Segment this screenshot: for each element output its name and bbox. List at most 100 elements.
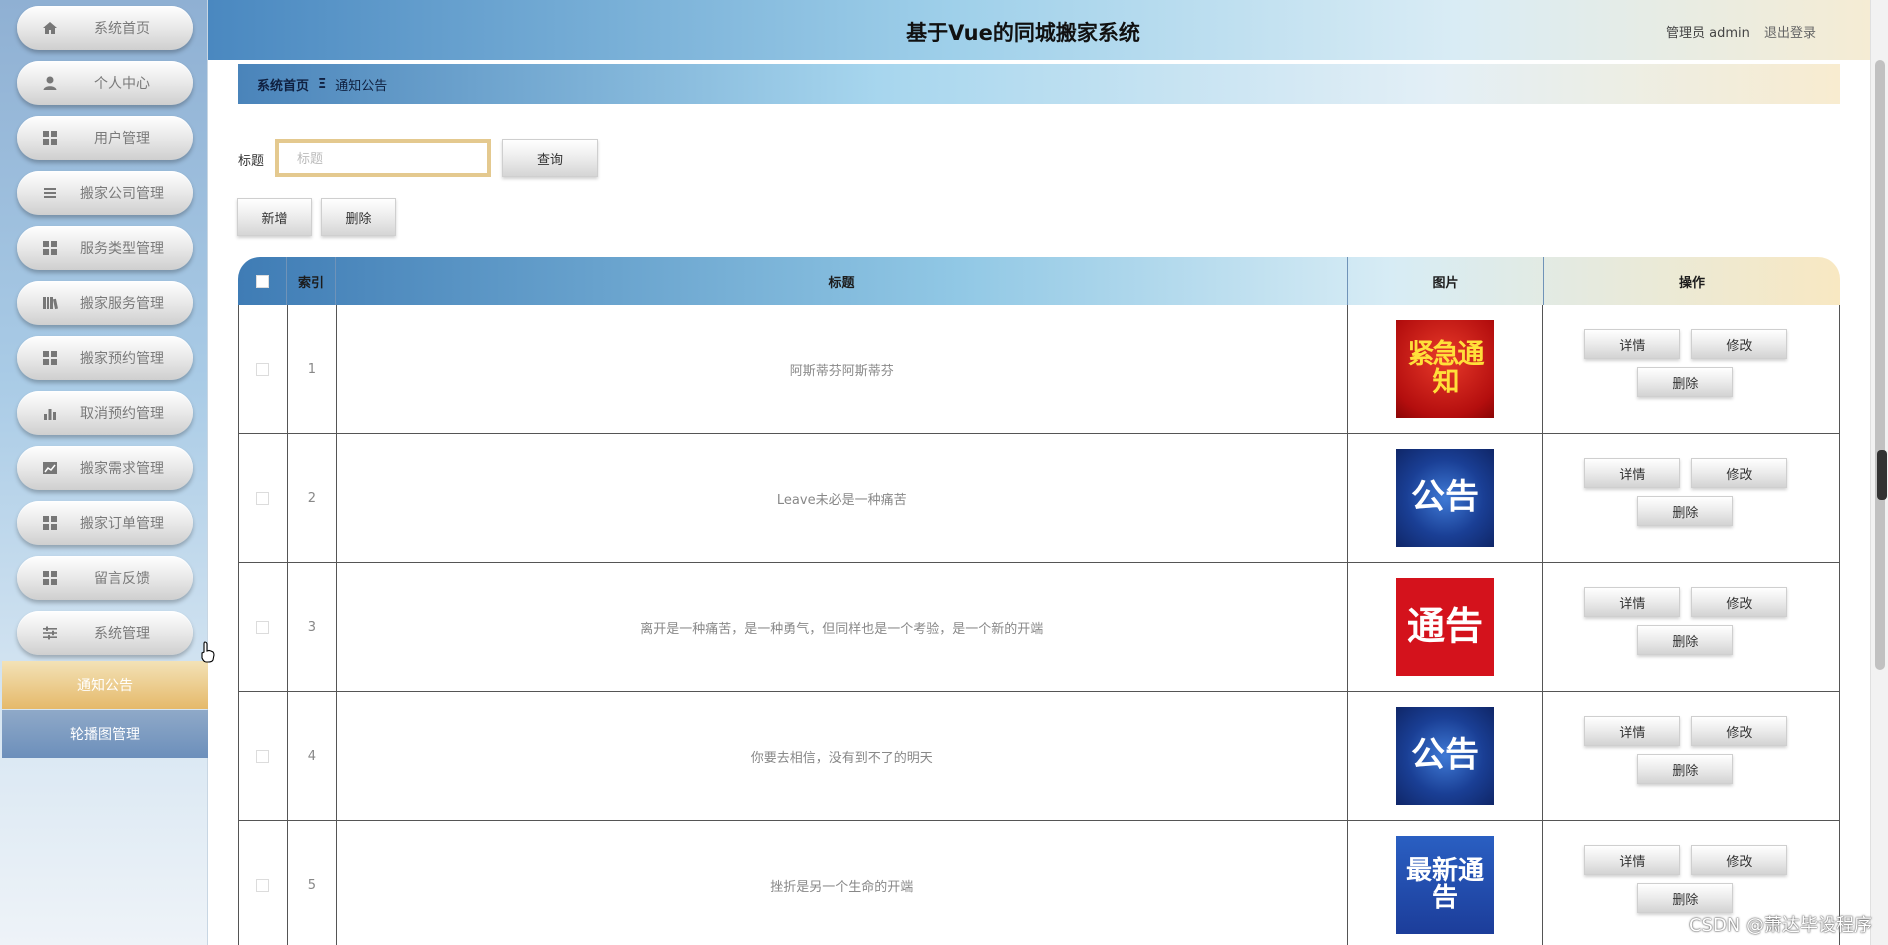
detail-button[interactable]: 详情 xyxy=(1584,845,1681,875)
row-image-cell: 公告 xyxy=(1348,692,1544,820)
edit-button[interactable]: 修改 xyxy=(1691,845,1788,875)
mouse-cursor-icon xyxy=(201,641,215,663)
grid-icon xyxy=(42,130,58,146)
title-search-input[interactable] xyxy=(275,139,491,177)
edit-button[interactable]: 修改 xyxy=(1691,329,1788,359)
row-title: 离开是一种痛苦，是一种勇气，但同样也是一个考验，是一个新的开端 xyxy=(337,563,1348,691)
page-scrollbar[interactable] xyxy=(1870,0,1888,945)
row-actions-cell: 详情 修改删除 xyxy=(1543,692,1839,820)
row-index: 4 xyxy=(288,692,337,820)
sidebar-item[interactable]: 服务类型管理 xyxy=(17,226,193,270)
row-image-cell: 通告 xyxy=(1348,563,1544,691)
sidebar: 系统首页个人中心用户管理搬家公司管理 服务类型管理 搬家服务管理 搬家预约管理 取消预约… xyxy=(0,0,208,945)
admin-label: 管理员 admin xyxy=(1665,26,1750,41)
row-select-cell xyxy=(239,305,288,433)
breadcrumb: 系统首页 Ξ 通知公告 xyxy=(238,64,1840,104)
column-header-index: 索引 xyxy=(287,257,336,305)
breadcrumb-home[interactable]: 系统首页 xyxy=(257,75,309,94)
detail-button[interactable]: 详情 xyxy=(1584,458,1681,488)
row-actions-cell: 详情 修改删除 xyxy=(1543,434,1839,562)
row-checkbox[interactable] xyxy=(256,362,270,376)
sidebar-item[interactable]: 系统管理 xyxy=(17,611,193,655)
sidebar-item[interactable]: 取消预约管理 xyxy=(17,391,193,435)
table-row: 3 离开是一种痛苦，是一种勇气，但同样也是一个考验，是一个新的开端 通告 详情 修改 删除 xyxy=(238,563,1840,692)
table-row: 1 阿斯蒂芬阿斯蒂芬 紧急通知 详情 修改 删除 xyxy=(238,305,1840,434)
scrollbar-thumb[interactable] xyxy=(1875,60,1885,670)
detail-button[interactable]: 详情 xyxy=(1584,716,1681,746)
row-title: Leave未必是一种痛苦 xyxy=(337,434,1348,562)
column-header-actions: 操作 xyxy=(1678,275,1705,291)
delete-button[interactable]: 删除 xyxy=(1637,625,1734,655)
row-index: 1 xyxy=(288,305,337,433)
sidebar-item[interactable]: 用户管理 xyxy=(17,116,193,160)
delete-button[interactable]: 删除 xyxy=(1637,496,1734,526)
column-header-image: 图片 xyxy=(1348,257,1544,305)
detail-button[interactable]: 详情 xyxy=(1584,329,1681,359)
edit-button[interactable]: 修改 xyxy=(1691,458,1788,488)
row-checkbox[interactable] xyxy=(256,878,270,892)
detail-button[interactable]: 详情 xyxy=(1584,587,1681,617)
image-chart-icon xyxy=(42,460,58,476)
row-title: 阿斯蒂芬阿斯蒂芬 xyxy=(337,305,1348,433)
top-header: 基于Vue的同城搬家系统 管理员 admin 退出登录 xyxy=(208,0,1870,60)
header-user-area: 管理员 admin 退出登录 xyxy=(1656,22,1816,41)
sidebar-item[interactable]: 搬家需求管理 xyxy=(17,446,193,490)
sub-menu-carousel[interactable]: 轮播图管理 xyxy=(2,710,208,758)
table-body: 1 阿斯蒂芬阿斯蒂芬 紧急通知 详情 修改 删除 2 Leave未必是一种痛苦 公告 详情 修改 删除… xyxy=(238,305,1840,945)
grid-icon xyxy=(42,240,58,256)
row-actions-cell: 详情 修改删除 xyxy=(1543,563,1839,691)
sidebar-item[interactable]: 个人中心 xyxy=(17,61,193,105)
column-header-title: 标题 xyxy=(336,257,1348,305)
row-image-cell: 紧急通知 xyxy=(1348,305,1544,433)
notice-table: 索引 标题 图片 操作 1 阿斯蒂芬阿斯蒂芬 紧急通知 详情 修改 删除 2 Leave未必是… xyxy=(238,257,1840,945)
notice-thumbnail: 通告 xyxy=(1395,578,1494,676)
chart-icon xyxy=(42,405,58,421)
scrollbar-marker xyxy=(1877,450,1887,500)
sidebar-item[interactable]: 系统首页 xyxy=(17,6,193,50)
add-button[interactable]: 新增 xyxy=(237,198,312,236)
home-icon xyxy=(42,20,58,36)
row-title: 你要去相信，没有到不了的明天 xyxy=(337,692,1348,820)
notice-thumbnail: 公告 xyxy=(1395,707,1494,805)
notice-thumbnail: 紧急通知 xyxy=(1395,320,1494,418)
row-image-cell: 最新通告 xyxy=(1348,821,1544,945)
row-image-cell: 公告 xyxy=(1348,434,1544,562)
edit-button[interactable]: 修改 xyxy=(1691,587,1788,617)
row-select-cell xyxy=(239,821,288,945)
select-all-checkbox[interactable] xyxy=(255,274,269,288)
sub-menu-notice-active[interactable]: 通知公告 xyxy=(2,661,208,709)
sidebar-item[interactable]: 搬家订单管理 xyxy=(17,501,193,545)
batch-delete-button[interactable]: 删除 xyxy=(321,198,396,236)
logout-link[interactable]: 退出登录 xyxy=(1764,26,1816,41)
table-row: 5 挫折是另一个生命的开端 最新通告 详情 修改 删除 xyxy=(238,821,1840,945)
grid-icon xyxy=(42,350,58,366)
edit-button[interactable]: 修改 xyxy=(1691,716,1788,746)
sidebar-item[interactable]: 留言反馈 xyxy=(17,556,193,600)
bars-icon xyxy=(42,295,58,311)
row-index: 3 xyxy=(288,563,337,691)
sidebar-item[interactable]: 搬家预约管理 xyxy=(17,336,193,380)
table-row: 2 Leave未必是一种痛苦 公告 详情 修改 删除 xyxy=(238,434,1840,563)
table-row: 4 你要去相信，没有到不了的明天 公告 详情 修改 删除 xyxy=(238,692,1840,821)
delete-button[interactable]: 删除 xyxy=(1637,754,1734,784)
row-checkbox[interactable] xyxy=(256,749,270,763)
grid-icon xyxy=(42,515,58,531)
grid-icon xyxy=(42,570,58,586)
app-title: 基于Vue的同城搬家系统 xyxy=(906,21,1140,45)
watermark: CSDN @萧达毕设程序 xyxy=(1688,915,1872,936)
table-header: 索引 标题 图片 操作 xyxy=(238,257,1840,305)
delete-button[interactable]: 删除 xyxy=(1637,883,1734,913)
query-button[interactable]: 查询 xyxy=(502,139,598,177)
row-actions-cell: 详情 修改删除 xyxy=(1543,305,1839,433)
search-label: 标题 xyxy=(238,154,265,169)
row-checkbox[interactable] xyxy=(256,491,270,505)
row-select-cell xyxy=(239,563,288,691)
delete-button[interactable]: 删除 xyxy=(1637,367,1734,397)
row-index: 2 xyxy=(288,434,337,562)
notice-thumbnail: 公告 xyxy=(1395,449,1494,547)
row-checkbox[interactable] xyxy=(256,620,270,634)
breadcrumb-separator-icon: Ξ xyxy=(318,76,327,92)
sidebar-item[interactable]: 搬家服务管理 xyxy=(17,281,193,325)
sidebar-item[interactable]: 搬家公司管理 xyxy=(17,171,193,215)
notice-thumbnail: 最新通告 xyxy=(1395,836,1494,934)
